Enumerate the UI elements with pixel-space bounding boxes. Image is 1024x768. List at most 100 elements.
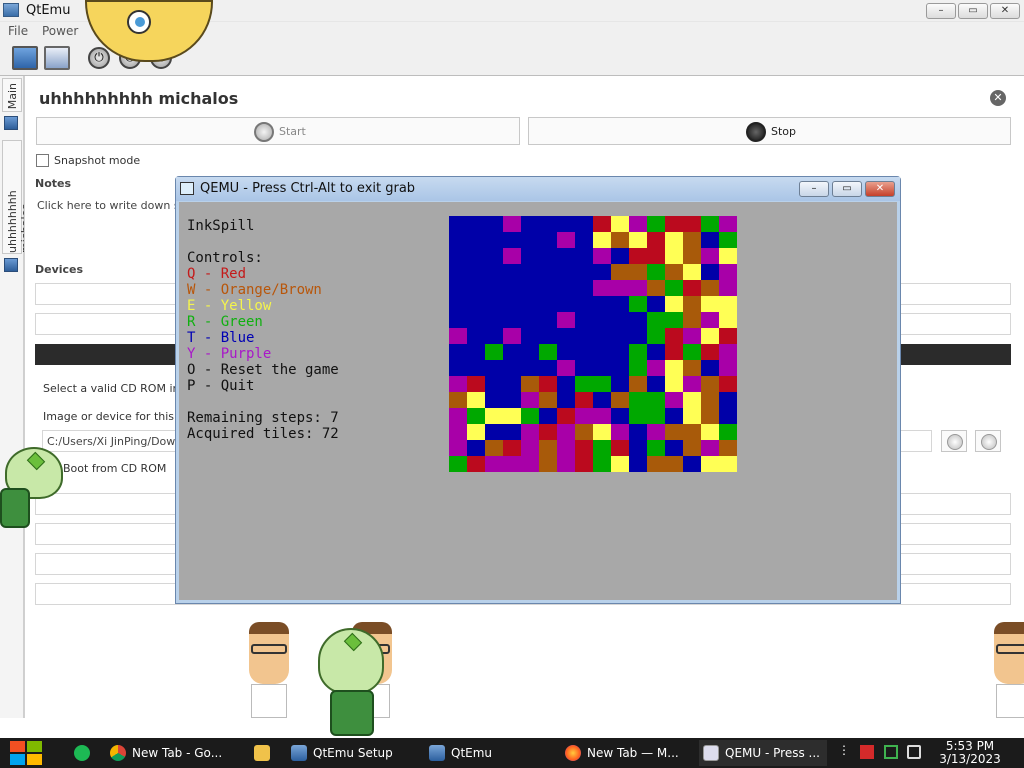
- snapshot-checkbox[interactable]: [36, 154, 49, 167]
- close-tab-icon[interactable]: ✕: [990, 90, 1006, 106]
- taskbar-item-explorer[interactable]: [244, 740, 280, 766]
- board-tile: [557, 296, 575, 312]
- board-tile: [449, 280, 467, 296]
- stop-button[interactable]: Stop: [528, 117, 1011, 145]
- board-tile: [503, 376, 521, 392]
- board-tile: [449, 360, 467, 376]
- taskbar-item-qtemu[interactable]: QtEmu: [425, 740, 549, 766]
- board-tile: [719, 360, 737, 376]
- settings-icon[interactable]: [44, 46, 70, 70]
- board-tile: [647, 376, 665, 392]
- board-tile: [683, 328, 701, 344]
- control-line: Y - Purple: [187, 346, 272, 362]
- board-tile: [719, 440, 737, 456]
- board-tile: [611, 376, 629, 392]
- board-tile: [575, 376, 593, 392]
- board-tile: [629, 456, 647, 472]
- board-tile: [701, 264, 719, 280]
- taskbar-item-firefox[interactable]: New Tab — M...: [561, 740, 689, 766]
- minimize-button[interactable]: –: [926, 3, 956, 19]
- board-tile: [665, 376, 683, 392]
- board-tile: [575, 312, 593, 328]
- eject-button[interactable]: [941, 430, 967, 452]
- peridot-sticker-body: [0, 488, 30, 528]
- new-machine-icon[interactable]: [12, 46, 38, 70]
- qemu-maximize-button[interactable]: ▭: [832, 181, 862, 197]
- board-tile: [539, 424, 557, 440]
- board-tile: [575, 264, 593, 280]
- overflow-icon[interactable]: ⋮: [838, 743, 852, 757]
- board-tile: [575, 248, 593, 264]
- board-tile: [629, 408, 647, 424]
- tab-machine[interactable]: uhhhhhhhh michalos: [2, 140, 32, 254]
- board-tile: [629, 328, 647, 344]
- qemu-close-button[interactable]: ✕: [865, 181, 895, 197]
- board-tile: [539, 408, 557, 424]
- board-tile: [647, 280, 665, 296]
- board-tile: [719, 392, 737, 408]
- board-tile: [521, 312, 539, 328]
- board-tile: [629, 232, 647, 248]
- folder-icon: [254, 745, 270, 761]
- board-tile: [593, 376, 611, 392]
- qemu-screen[interactable]: InkSpill Controls: Q - Red W - Orange/Br…: [179, 202, 897, 600]
- board-tile: [503, 248, 521, 264]
- browse-button[interactable]: [975, 430, 1001, 452]
- board-tile: [647, 248, 665, 264]
- taskbar: New Tab - Go... QtEmu Setup QtEmu New Ta…: [0, 738, 1024, 768]
- board-tile: [485, 216, 503, 232]
- board-tile: [629, 440, 647, 456]
- machine-name: uhhhhhhhhh michalos: [39, 89, 239, 108]
- board-tile: [683, 296, 701, 312]
- power-on-icon[interactable]: ⏻: [88, 47, 110, 69]
- board-tile: [611, 248, 629, 264]
- control-line: E - Yellow: [187, 298, 272, 314]
- board-tile: [701, 408, 719, 424]
- board-tile: [701, 296, 719, 312]
- close-button[interactable]: ✕: [990, 3, 1020, 19]
- board-tile: [701, 248, 719, 264]
- spotify-taskbar-item[interactable]: [66, 740, 102, 766]
- taskbar-item-qemu[interactable]: QEMU - Press ...: [699, 740, 827, 766]
- menu-power[interactable]: Power: [42, 24, 78, 38]
- board-tile: [575, 456, 593, 472]
- game-title: InkSpill: [187, 218, 255, 234]
- board-tile: [629, 296, 647, 312]
- volume-icon[interactable]: [907, 745, 921, 759]
- board-tile: [449, 376, 467, 392]
- board-tile: [467, 280, 485, 296]
- board-tile: [503, 344, 521, 360]
- taskbar-item-chrome[interactable]: New Tab - Go...: [106, 740, 230, 766]
- board-tile: [503, 440, 521, 456]
- tab-main[interactable]: Main: [2, 78, 22, 112]
- board-tile: [467, 232, 485, 248]
- taskbar-clock[interactable]: 5:53 PM 3/13/2023: [930, 740, 1010, 766]
- board-tile: [683, 216, 701, 232]
- board-tile: [557, 344, 575, 360]
- hank-sticker-image: [990, 622, 1024, 718]
- board-tile: [521, 376, 539, 392]
- board-tile: [539, 392, 557, 408]
- board-tile: [719, 456, 737, 472]
- maximize-button[interactable]: ▭: [958, 3, 988, 19]
- board-tile: [719, 296, 737, 312]
- board-tile: [557, 392, 575, 408]
- clock-date: 3/13/2023: [939, 752, 1001, 766]
- board-tile: [719, 376, 737, 392]
- board-tile: [629, 424, 647, 440]
- taskbar-item-qtemu-setup[interactable]: QtEmu Setup: [287, 740, 411, 766]
- board-tile: [467, 264, 485, 280]
- board-tile: [683, 344, 701, 360]
- start-button[interactable]: Start: [36, 117, 520, 145]
- menu-file[interactable]: File: [8, 24, 28, 38]
- board-tile: [467, 440, 485, 456]
- board-tile: [701, 424, 719, 440]
- network-icon[interactable]: [884, 745, 898, 759]
- board-tile: [647, 424, 665, 440]
- board-tile: [521, 232, 539, 248]
- board-tile: [719, 344, 737, 360]
- flag-icon[interactable]: [860, 745, 874, 759]
- qemu-minimize-button[interactable]: –: [799, 181, 829, 197]
- windows-start-icon[interactable]: [8, 740, 44, 766]
- board-tile: [503, 424, 521, 440]
